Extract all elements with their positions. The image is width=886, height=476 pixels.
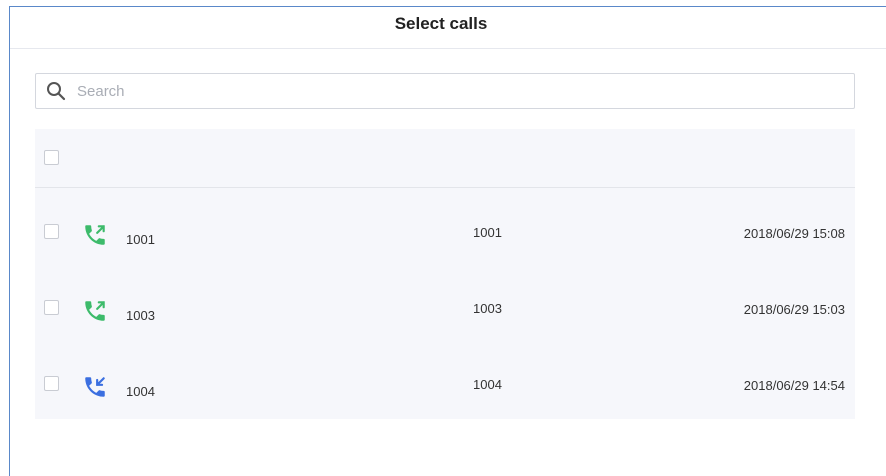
- caller-number: 1003: [126, 308, 155, 323]
- caller-number: 1001: [126, 232, 155, 247]
- row-checkbox[interactable]: [44, 376, 59, 391]
- table-row[interactable]: 1003 1003 2018/06/29 15:03: [35, 270, 855, 346]
- callee-number: 1004: [473, 377, 502, 392]
- call-time: 2018/06/29 14:54: [743, 378, 845, 393]
- table-row[interactable]: 1001 1001 2018/06/29 15:08: [35, 194, 855, 270]
- dialog-title: Select calls: [394, 13, 488, 33]
- dialog-header: Select calls: [10, 7, 886, 49]
- phone-outgoing-icon: [82, 222, 108, 248]
- row-checkbox[interactable]: [44, 300, 59, 315]
- caller-number: 1004: [126, 384, 155, 399]
- table-header: [35, 129, 855, 188]
- search-input[interactable]: [75, 81, 819, 101]
- search-box[interactable]: [35, 73, 855, 109]
- select-all-checkbox[interactable]: [44, 150, 59, 165]
- table-row[interactable]: 1004 1004 2018/06/29 14:54: [35, 346, 855, 422]
- phone-outgoing-icon: [82, 298, 108, 324]
- call-table: 1001 1001 2018/06/29 15:08 1003 1003 201…: [35, 129, 855, 419]
- row-checkbox[interactable]: [44, 224, 59, 239]
- callee-number: 1003: [473, 301, 502, 316]
- call-time: 2018/06/29 15:03: [743, 302, 845, 317]
- search-icon: [45, 80, 67, 102]
- phone-incoming-icon: [82, 374, 108, 400]
- call-time: 2018/06/29 15:08: [743, 226, 845, 241]
- callee-number: 1001: [473, 225, 502, 240]
